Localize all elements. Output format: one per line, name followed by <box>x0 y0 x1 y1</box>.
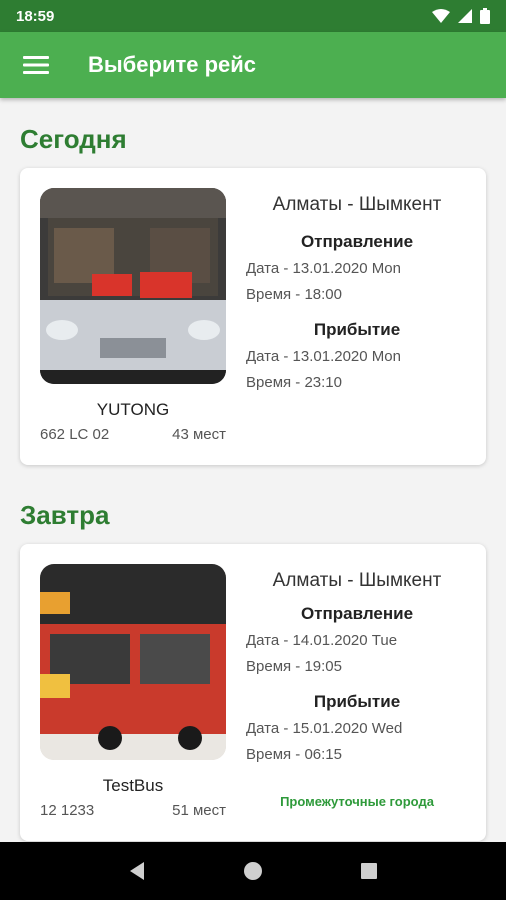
app-bar: Выберите рейс <box>0 32 506 98</box>
hamburger-menu-icon <box>23 56 49 74</box>
trip-list[interactable]: Сегодня YUTONG 662 LC 02 43 мест Алматы … <box>0 98 506 842</box>
arrival-date: Дата - 13.01.2020 Mon <box>246 348 401 365</box>
departure-title: Отправление <box>300 604 414 623</box>
departure-title: Отправление <box>300 232 414 251</box>
departure-date: Дата - 14.01.2020 Tue <box>246 632 398 649</box>
status-bar: 18:59 <box>0 0 506 32</box>
home-icon[interactable] <box>243 861 263 881</box>
status-time: 18:59 <box>16 7 55 25</box>
trip-card[interactable]: YUTONG 662 LC 02 43 мест Алматы - Шымкен… <box>20 168 486 465</box>
status-icons <box>432 8 490 24</box>
bus-photo <box>40 188 226 384</box>
bus-plate: 662 LC 02 <box>40 426 110 443</box>
bus-seats: 51 мест <box>172 802 226 819</box>
cell-signal-icon <box>458 9 472 23</box>
system-nav-bar <box>0 842 506 900</box>
section-title-tomorrow: Завтра <box>20 500 110 530</box>
recents-icon[interactable] <box>360 862 378 880</box>
page-title: Выберите рейс <box>88 52 257 77</box>
wifi-icon <box>432 9 450 23</box>
arrival-date: Дата - 15.01.2020 Wed <box>246 720 403 737</box>
menu-button[interactable] <box>0 32 72 98</box>
arrival-time: Время - 06:15 <box>246 746 342 763</box>
arrival-time: Время - 23:10 <box>246 374 342 391</box>
arrival-title: Прибытие <box>313 320 401 339</box>
intermediate-cities-link[interactable]: Промежуточные города <box>246 794 468 809</box>
departure-time: Время - 19:05 <box>246 658 342 675</box>
section-title-today: Сегодня <box>20 124 127 154</box>
departure-time: Время - 18:00 <box>246 286 342 303</box>
departure-date: Дата - 13.01.2020 Mon <box>246 260 401 277</box>
bus-seats: 43 мест <box>172 426 226 443</box>
bus-photo <box>40 564 226 760</box>
back-icon[interactable] <box>128 861 146 881</box>
arrival-title: Прибытие <box>313 692 401 711</box>
route-name: Алматы - Шымкент <box>272 194 442 215</box>
trip-card[interactable]: TestBus 12 1233 51 мест Алматы - Шымкент… <box>20 544 486 841</box>
bus-name: TestBus <box>102 776 164 795</box>
battery-icon <box>480 8 490 24</box>
route-name: Алматы - Шымкент <box>272 570 442 591</box>
bus-plate: 12 1233 <box>40 802 95 819</box>
bus-name: YUTONG <box>96 400 170 419</box>
